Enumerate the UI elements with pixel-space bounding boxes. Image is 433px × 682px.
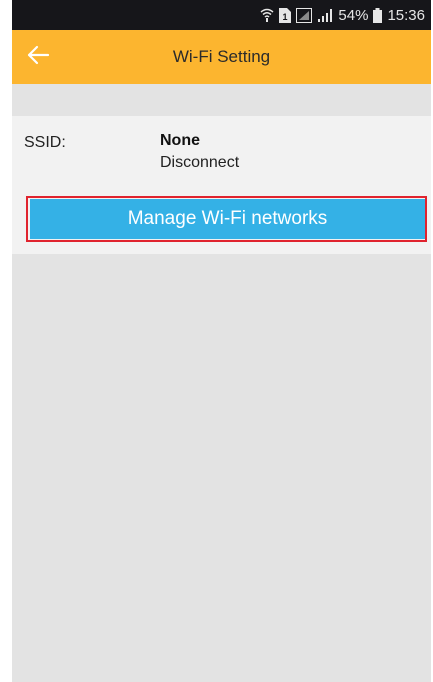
battery-percent: 54% xyxy=(338,6,369,24)
arrow-left-icon xyxy=(26,45,50,70)
svg-text:1: 1 xyxy=(283,12,288,22)
connection-status: Disconnect xyxy=(160,154,240,171)
app-bar: Wi-Fi Setting xyxy=(12,30,431,84)
battery-icon xyxy=(373,7,383,23)
clock: 15:36 xyxy=(387,6,425,24)
signal-icon xyxy=(296,7,313,23)
back-button[interactable] xyxy=(20,40,56,74)
wifi-calling-icon xyxy=(260,7,274,23)
sim-1-icon: 1 xyxy=(279,7,292,23)
ssid-panel: SSID: None Disconnect Manage Wi-Fi netwo… xyxy=(12,116,431,254)
ssid-label: SSID: xyxy=(24,134,66,151)
manage-wifi-networks-button[interactable]: Manage Wi-Fi networks xyxy=(30,199,425,239)
status-bar: 1 54% 15:36 xyxy=(12,0,431,30)
page-title: Wi-Fi Setting xyxy=(172,47,271,66)
status-icons: 1 54% 15:36 xyxy=(260,6,425,24)
ssid-value: None xyxy=(160,132,200,149)
signal-icon xyxy=(317,8,333,23)
app-screen: 1 54% 15:36 Wi-Fi Setting SSID: None Dis… xyxy=(12,0,431,682)
